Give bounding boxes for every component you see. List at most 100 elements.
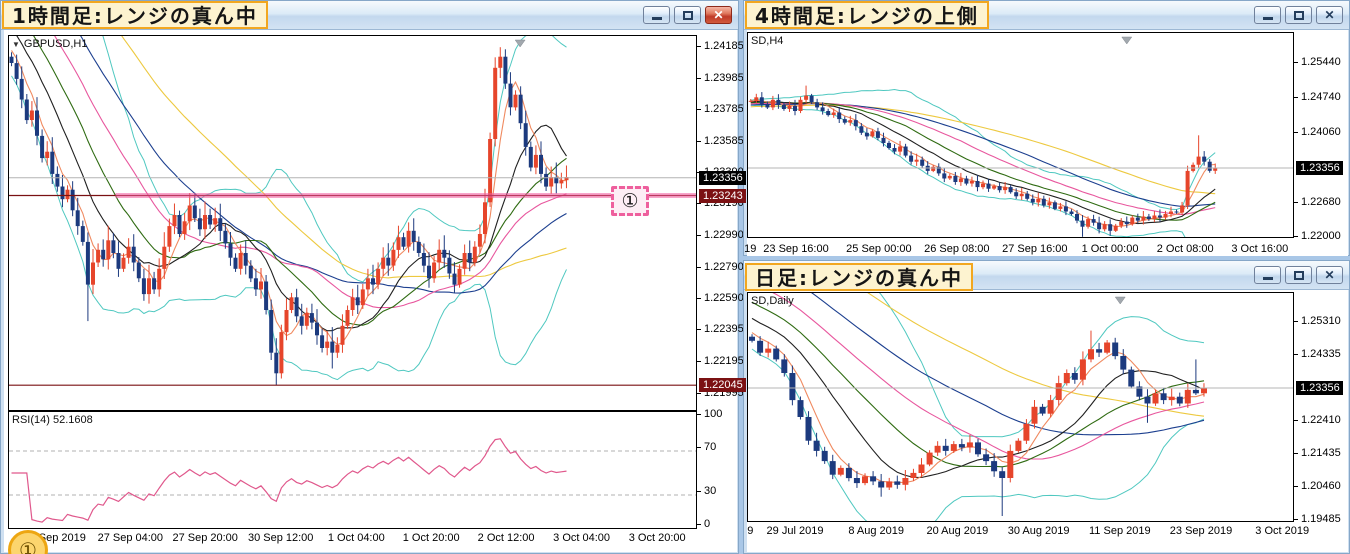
h1-rsi-chart[interactable]: [9, 412, 696, 528]
price-axis-daily[interactable]: 1.25310 1.24335 1.22410 1.21435 1.20460 1.194…: [1294, 290, 1348, 552]
price-tick-label: 1.25310: [1294, 315, 1341, 328]
minimize-button[interactable]: [643, 6, 670, 24]
time-tick-label: 3 Oct 16:00: [1231, 243, 1289, 255]
close-button[interactable]: ✕: [1316, 266, 1343, 284]
price-tick-label: 1.22590: [697, 292, 744, 305]
daily-main-plot: SD,Daily: [747, 292, 1294, 522]
symbol-label-text: SD,H4: [751, 35, 784, 47]
minimize-button[interactable]: [1254, 6, 1281, 24]
minimize-button[interactable]: [1254, 266, 1281, 284]
h4-price-chart[interactable]: [748, 33, 1293, 237]
chart-client-h4: SD,H4 19 23 Sep 16:00 25 Sep 00:00 26 Sep 0…: [744, 30, 1348, 256]
close-icon: ✕: [1324, 268, 1335, 282]
time-tick-label: 29 Jul 2019: [766, 525, 824, 537]
price-axis-h4[interactable]: 1.25440 1.24740 1.24060 1.22680 1.22000 1.233…: [1294, 30, 1348, 256]
h1-rsi-pane: RSI(14) 52.1608: [8, 411, 697, 529]
candles-layer: [749, 330, 1207, 516]
price-badge: 1.22045: [699, 378, 746, 393]
annotation-note-daily: 日足:レンジの真ん中: [745, 263, 973, 291]
annotation-note-h1: 1時間足:レンジの真ん中: [2, 1, 268, 29]
rsi-scale-label: 0: [697, 518, 710, 531]
mdi-workspace: { "workspace": { "background": "#a9c7e7"…: [0, 0, 1350, 554]
restore-button[interactable]: [1285, 266, 1312, 284]
window-h1-chart: ✕ ▼ GBPUSD,H1 RSI(14) 52.1608 26 Sep 201…: [0, 0, 746, 554]
rsi-scale-label: 100: [697, 408, 722, 421]
down-arrow-marker[interactable]: [1121, 36, 1133, 45]
restore-icon: [682, 10, 693, 20]
price-tick-label: 1.23785: [697, 103, 744, 116]
price-tick-label: 1.19485: [1294, 513, 1341, 526]
window-daily-chart: ✕ SD,Daily 9 29 Jul 2019 8 Aug 2019 20 Aug …: [743, 260, 1350, 554]
price-axis-h1[interactable]: 1.241851.239851.237851.235851.233901.231…: [697, 30, 746, 552]
price-tick-label: 1.25440: [1294, 56, 1341, 69]
price-tick-label: 1.24740: [1294, 91, 1341, 104]
price-tick-label: 1.24060: [1294, 126, 1341, 139]
h4-main-plot: SD,H4: [747, 32, 1294, 238]
time-tick-label: 30 Sep 12:00: [247, 532, 314, 544]
symbol-label-h4[interactable]: SD,H4: [751, 35, 783, 47]
candles-layer: [748, 85, 1218, 237]
symbol-label-text: SD,Daily: [751, 295, 794, 307]
time-tick-label: 30 Aug 2019: [1007, 525, 1070, 537]
time-tick-label: 1 Oct 00:00: [1081, 243, 1139, 255]
rsi-scale-label: 30: [697, 485, 716, 498]
symbol-label-daily[interactable]: SD,Daily: [751, 295, 794, 307]
time-tick-label: 20 Aug 2019: [926, 525, 989, 537]
price-tick-label: 1.24185: [697, 40, 744, 53]
time-tick-label: 1 Oct 04:00: [327, 532, 385, 544]
bollinger-bands: [750, 88, 1216, 237]
time-tick-label: 1 Oct 20:00: [402, 532, 460, 544]
minimize-icon: [1262, 17, 1273, 20]
window-controls-h1: ✕: [643, 6, 732, 24]
time-tick-label: 23 Sep 2019: [1169, 525, 1233, 537]
restore-button[interactable]: [1285, 6, 1312, 24]
time-tick-label: 8 Aug 2019: [848, 525, 905, 537]
price-tick-label: 1.22000: [1294, 230, 1341, 243]
h1-price-chart[interactable]: [9, 36, 696, 410]
time-tick-label: 2 Oct 08:00: [1156, 243, 1214, 255]
pink-highlight-line: [115, 193, 696, 198]
bollinger-bands: [751, 293, 1205, 521]
down-arrow-marker[interactable]: [514, 39, 526, 48]
price-tick-label: 1.23985: [697, 72, 744, 85]
time-tick-label: 11 Sep 2019: [1089, 525, 1151, 537]
time-tick-label: 25 Sep 00:00: [846, 243, 912, 255]
window-controls-h4: ✕: [1254, 6, 1343, 24]
price-badge: 1.23356: [699, 170, 746, 185]
symbol-selector-h1[interactable]: ▼ GBPUSD,H1: [12, 38, 88, 50]
time-axis-h1[interactable]: 26 Sep 2019 27 Sep 04:00 27 Sep 20:00 30 Se…: [8, 529, 695, 549]
rsi-scale-label: 70: [697, 441, 716, 454]
annotation-circled-one: ①: [611, 186, 649, 216]
price-tick-label: 1.22990: [697, 229, 744, 242]
time-tick-label: 27 Sep 20:00: [172, 532, 238, 544]
chart-client-h1: ▼ GBPUSD,H1 RSI(14) 52.1608 26 Sep 2019 2…: [4, 30, 746, 552]
daily-price-chart[interactable]: [748, 293, 1293, 521]
minimize-icon: [1262, 277, 1273, 280]
time-tick-label: 3 Oct 20:00: [628, 532, 686, 544]
time-tick-label: 9: [747, 525, 754, 537]
close-icon: ✕: [713, 8, 724, 22]
window-controls-daily: ✕: [1254, 266, 1343, 284]
time-tick-label: 19: [744, 243, 757, 255]
restore-icon: [1293, 270, 1304, 280]
price-tick-label: 1.22410: [1294, 414, 1341, 427]
price-badge: 1.23243: [699, 188, 746, 203]
time-tick-label: 23 Sep 16:00: [763, 243, 829, 255]
time-axis-h4[interactable]: 19 23 Sep 16:00 25 Sep 00:00 26 Sep 08:00 27…: [744, 240, 1292, 256]
price-tick-label: 1.23585: [697, 135, 744, 148]
down-arrow-marker[interactable]: [1114, 296, 1126, 305]
symbol-label-text: GBPUSD,H1: [23, 38, 88, 50]
price-tick-label: 1.20460: [1294, 480, 1341, 493]
window-h4-chart: ✕ SD,H4 19 23 Sep 16:00 25 Sep 00:00 26 Sep…: [743, 0, 1350, 256]
moving-average-lines: [750, 99, 1216, 228]
restore-button[interactable]: [674, 6, 701, 24]
price-tick-label: 1.24335: [1294, 348, 1341, 361]
h1-main-plot: ▼ GBPUSD,H1: [8, 35, 697, 411]
time-tick-label: 27 Sep 16:00: [1002, 243, 1068, 255]
close-button[interactable]: ✕: [1316, 6, 1343, 24]
restore-icon: [1293, 10, 1304, 20]
close-icon: ✕: [1324, 8, 1335, 22]
close-button[interactable]: ✕: [705, 6, 732, 24]
time-axis-daily[interactable]: 9 29 Jul 2019 8 Aug 2019 20 Aug 2019 30 Aug …: [747, 522, 1309, 538]
time-tick-label: 2 Oct 12:00: [477, 532, 535, 544]
